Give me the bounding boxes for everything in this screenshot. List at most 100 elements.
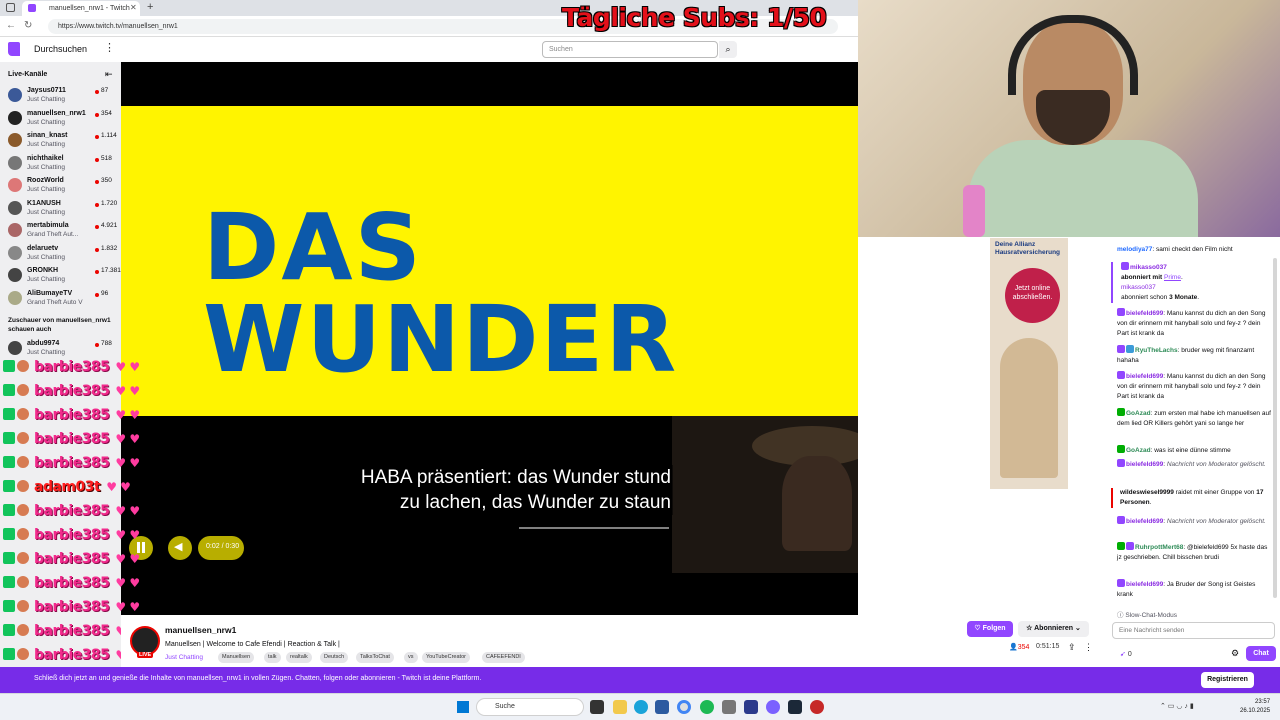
app-icon[interactable] [810,700,824,714]
taskbar-clock[interactable]: 23:57 26.10.2025 [1240,698,1270,716]
window-menu-icon[interactable] [6,3,15,12]
app-icon[interactable] [744,700,758,714]
system-tray-icons[interactable]: ⌃ ▭ ◡ ♪ ▮ [1160,702,1194,710]
chat-scrollbar[interactable] [1273,258,1277,598]
windows-start-icon[interactable] [457,701,469,713]
sidebar-viewer-count: 4.921 [101,222,118,229]
sidebar-channel[interactable]: manuellsen_nrw1 Just Chatting 354 [0,108,121,130]
overlay-username: barbie385 [34,575,110,591]
sidebar-channel[interactable]: mertabimula Grand Theft Aut... 4.921 [0,220,121,242]
stream-tag[interactable]: YouTubeCreator [422,652,470,663]
category-link[interactable]: Just Chatting [165,654,203,661]
sidebar-recommended-channel[interactable]: abdu9974 Just Chatting 788 [0,338,121,360]
speaker-icon: ◀ [174,541,183,553]
sidebar-channel[interactable]: delaruetv Just Chatting 1.832 [0,243,121,265]
sidebar-channel[interactable]: Jaysus0711 Just Chatting 87 [0,85,121,107]
sidebar-channel[interactable]: nichthaikel Just Chatting 518 [0,153,121,175]
badge-icon [3,528,15,540]
stream-tag[interactable]: vs [404,652,418,663]
stream-tag[interactable]: talk [264,652,281,663]
subscribe-button[interactable]: ☆ Abonnieren ⌄ [1018,621,1089,637]
video-player[interactable]: DAS WUNDER HABA präsentiert: das Wunder … [121,62,858,615]
sidebar-channel[interactable]: sinan_knast Just Chatting 1.114 [0,130,121,152]
edge-icon[interactable] [634,700,648,714]
chat-input[interactable]: Eine Nachricht senden [1112,622,1275,639]
share-icon[interactable]: ⇪ [1068,642,1076,653]
chat-send-button[interactable]: Chat [1246,646,1276,661]
sidebar-channel[interactable]: RoozWorld Just Chatting 350 [0,175,121,197]
badge-icon [3,600,15,612]
new-tab-icon[interactable]: + [147,1,153,13]
file-explorer-icon[interactable] [613,700,627,714]
reload-icon[interactable]: ↻ [24,20,32,31]
search-input[interactable]: Suchen [542,41,718,58]
collapse-sidebar-icon[interactable]: ⇤ [105,69,113,80]
sub-badge-icon [1121,262,1129,270]
sidebar-channel-game: Just Chatting [27,349,65,356]
app-icon[interactable] [722,700,736,714]
taskbar-search[interactable]: Suche [476,698,584,716]
slow-mode-label: ⓘ Slow-Chat-Modus [1117,612,1177,619]
steam-icon[interactable] [788,700,802,714]
advert-banner[interactable]: Deine Allianz Hausratversicherung Jetzt … [990,238,1068,489]
person-silhouette [782,456,852,551]
sidebar-channel-name: K1ANUSH [27,199,61,207]
spotify-icon[interactable] [700,700,714,714]
overlay-chat-row: barbie385 ♥ ♥ [3,383,140,405]
overlay-username: barbie385 [34,647,110,663]
register-button[interactable]: Registrieren [1201,672,1254,688]
heart-emote-icon: ♥ ♥ [115,360,140,374]
channel-avatar [8,341,22,355]
sidebar-channel[interactable]: AliBumayeTV Grand Theft Auto V 96 [0,288,121,310]
more-menu-icon[interactable]: ⋮ [104,41,115,54]
live-dot-icon [95,202,99,207]
sidebar-channel[interactable]: GRONKH Just Chatting 17.381 [0,265,121,287]
app-icon[interactable] [655,700,669,714]
twitch-logo-icon[interactable] [8,42,20,56]
heart-emote-icon: ♥ ♥ [115,456,140,470]
back-icon[interactable]: ← [6,20,16,31]
sidebar-channel-name: GRONKH [27,267,59,274]
overlay-username: barbie385 [34,359,110,375]
browse-link[interactable]: Durchsuchen [34,44,87,54]
channel-name[interactable]: manuellsen_nrw1 [165,625,236,635]
close-tab-icon[interactable]: ✕ [130,3,137,12]
sidebar-viewer-count: 87 [101,87,109,94]
channel-avatar [8,245,22,260]
live-dot-icon [95,270,99,274]
discord-icon[interactable] [766,700,780,714]
live-dot-icon [95,90,99,94]
overlay-chat-row: barbie385 ♥ ♥ [3,431,140,453]
points-icon: ➹ [1120,651,1126,658]
browser-tab[interactable]: manuellsen_nrw1 - Twitch [22,1,140,16]
task-view-icon[interactable] [590,700,604,714]
sidebar-viewer-count: 1.832 [101,244,118,252]
streamer-shirt [968,140,1198,237]
chrome-icon[interactable] [677,700,691,714]
reaction-camera-inset [672,416,858,573]
volume-button[interactable]: ◀ [168,536,192,560]
video-progress-line[interactable] [519,527,669,529]
advert-cta-button[interactable]: Jetzt online abschließen. [1005,268,1060,323]
sidebar-channel-game: Just Chatting [27,141,65,148]
chat-message: bielefeld699: Manu kannst du dich an den… [1117,371,1266,400]
stream-tag[interactable]: realtalk [286,652,312,663]
overlay-chat-row: barbie385 ♥ ♥ [3,551,140,573]
chat-message: bielefeld699: Nachricht von Moderator ge… [1117,516,1273,527]
stream-tag[interactable]: TalksToChat [356,652,394,663]
channel-points[interactable]: ➹ 0 [1120,650,1132,658]
badge-icon [17,384,29,396]
advert-title-line-2: Hausratversicherung [995,249,1061,256]
sidebar-channel-game: Just Chatting [27,118,65,126]
sidebar-channel[interactable]: K1ANUSH Just Chatting 1.720 [0,198,121,220]
advert-title: Deine Allianz Hausratversicherung [995,241,1060,257]
stream-tag[interactable]: Deutsch [320,652,349,663]
sidebar-channel-name: AliBumayeTV [27,289,73,297]
twitch-favicon-icon [28,4,36,12]
follow-button[interactable]: ♡ Folgen [967,621,1013,637]
stream-tag[interactable]: Manuellsen [218,652,255,663]
search-icon[interactable]: ⌕ [719,41,737,58]
more-options-icon[interactable]: ⋮ [1084,642,1093,653]
stream-tag[interactable]: CAFEEFENDI [482,652,525,663]
chat-settings-icon[interactable]: ⚙ [1231,648,1239,659]
